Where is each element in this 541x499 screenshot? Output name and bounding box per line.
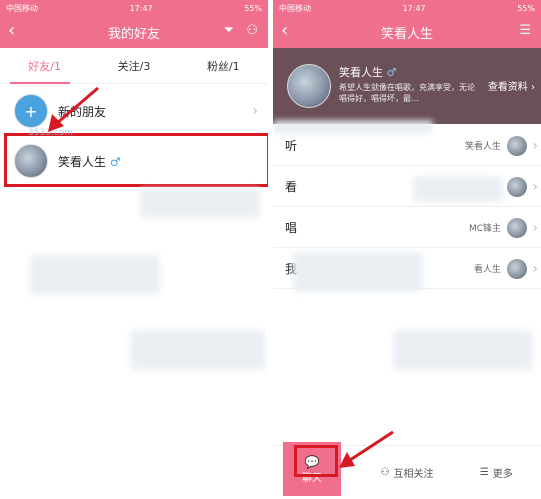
tab-following[interactable]: 关注/3 xyxy=(89,58,178,74)
chevron-right-icon: › xyxy=(532,178,538,195)
blurred-region xyxy=(140,188,260,218)
header: ‹ 笑看人生 ☰ xyxy=(273,16,541,48)
follow-icon: ⚇ xyxy=(380,467,390,478)
feed-item-title: 唱 xyxy=(285,221,298,235)
annotation-box xyxy=(294,445,338,477)
feed-item-user: 笑看人生 xyxy=(464,142,501,152)
feed-item[interactable]: 唱 MC锋主 › xyxy=(273,208,541,248)
friends-screen: 中国移动 17:47 55% ‹ 我的好友 ⏷ ⚇ 好友/1 关注/3 粉丝/1… xyxy=(0,0,268,499)
more-button[interactable]: ☰ 更多 xyxy=(452,465,541,480)
chevron-right-icon: › xyxy=(532,260,538,277)
blurred-region xyxy=(273,120,433,134)
chevron-right-icon: › xyxy=(252,103,258,119)
feed-item-user: 看人生 xyxy=(473,265,501,275)
header: ‹ 我的好友 ⏷ ⚇ xyxy=(0,16,268,48)
profile-description: 希望人生就像在唱歌，充满享受，无论唱得好，唱得坏，最… xyxy=(339,83,475,103)
status-bar: 中国移动 17:47 55% xyxy=(273,0,541,16)
tab-fans[interactable]: 粉丝/1 xyxy=(179,58,268,74)
battery-label: 55% xyxy=(517,3,535,13)
page-title: 笑看人生 xyxy=(380,26,433,42)
annotation-arrow xyxy=(339,430,394,468)
tab-friends[interactable]: 好友/1 xyxy=(0,58,89,74)
blurred-region xyxy=(393,330,533,370)
menu-icon: ☰ xyxy=(479,467,489,478)
profile-screen: 中国移动 17:47 55% ‹ 笑看人生 ☰ 笑看人生 ♂ 希望人生就像在唱歌… xyxy=(273,0,541,499)
chevron-right-icon: › xyxy=(532,219,538,236)
feed-item-title: 听 xyxy=(285,139,298,153)
new-friends-row[interactable]: + 新的朋友 › xyxy=(0,92,268,130)
blurred-region xyxy=(130,330,265,370)
carrier-label: 中国移动 xyxy=(6,3,38,13)
view-profile-link[interactable]: 查看资料 › xyxy=(488,78,535,93)
active-tab-indicator xyxy=(10,82,70,84)
annotation-box xyxy=(4,133,268,187)
tab-bar: 好友/1 关注/3 粉丝/1 xyxy=(0,48,268,84)
battery-label: 55% xyxy=(244,3,262,13)
time-label: 17:47 xyxy=(402,3,426,13)
profile-name: 笑看人生 ♂ xyxy=(339,66,397,79)
mutual-follow-button[interactable]: ⚇ 互相关注 xyxy=(362,465,451,480)
status-bar: 中国移动 17:47 55% xyxy=(0,0,268,16)
blurred-region xyxy=(293,252,423,292)
add-user-icon[interactable]: ⚇ xyxy=(246,24,258,38)
avatar xyxy=(507,176,527,197)
menu-icon[interactable]: ☰ xyxy=(519,24,531,38)
feed-item-user: MC锋主 xyxy=(468,224,501,234)
profile-card: 笑看人生 ♂ 希望人生就像在唱歌，充满享受，无论唱得好，唱得坏，最… 查看资料 … xyxy=(273,48,541,124)
filter-icon[interactable]: ⏷ xyxy=(224,24,234,38)
carrier-label: 中国移动 xyxy=(279,3,311,13)
blurred-region xyxy=(30,255,160,295)
new-friends-icon: + xyxy=(14,94,48,128)
feed-item-title: 看 xyxy=(285,180,298,194)
time-label: 17:47 xyxy=(129,3,153,13)
avatar xyxy=(507,258,527,279)
avatar xyxy=(507,217,527,238)
avatar xyxy=(507,135,527,156)
chevron-right-icon: › xyxy=(532,137,538,154)
annotation-arrow xyxy=(48,86,99,132)
blurred-region xyxy=(413,176,503,202)
avatar xyxy=(287,64,331,108)
